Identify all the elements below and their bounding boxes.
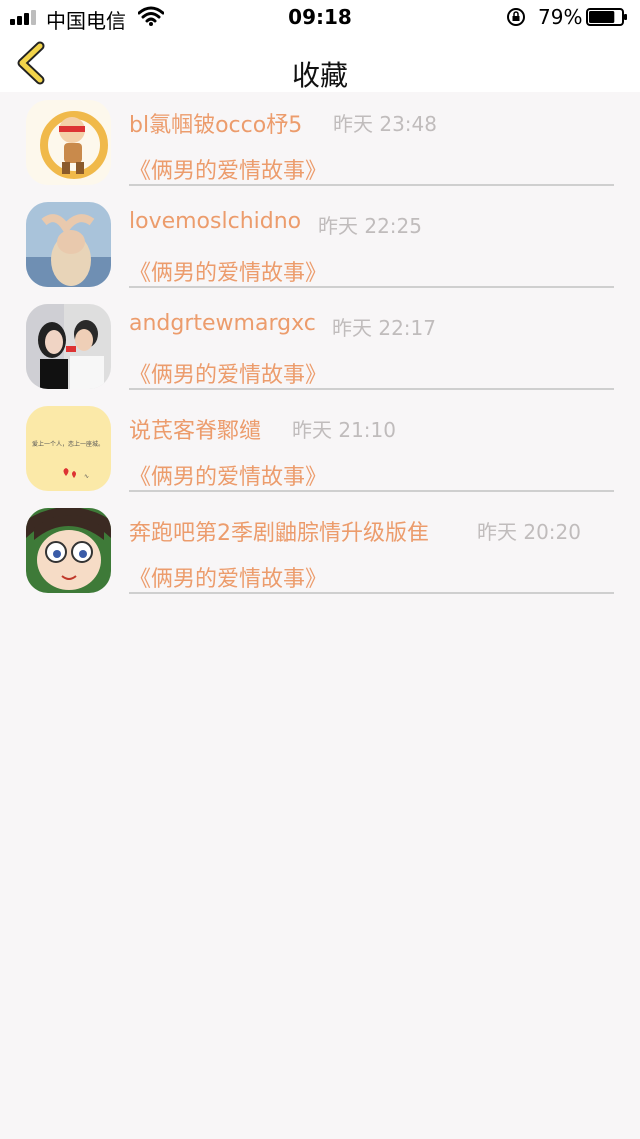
avatar[interactable]: 爱上一个人，恋上一座城。 ∿ bbox=[26, 406, 111, 491]
timestamp: 昨天 22:17 bbox=[332, 316, 436, 340]
status-bar: 中国电信 09:18 79% bbox=[0, 0, 640, 34]
avatar[interactable] bbox=[26, 304, 111, 389]
avatar[interactable] bbox=[26, 202, 111, 287]
divider bbox=[129, 388, 614, 390]
battery-icon bbox=[586, 8, 627, 26]
list-item[interactable]: 奔跑吧第2季剧鼬腙情升级版隹 昨天 20:20 《俩男的爱情故事》 bbox=[0, 500, 640, 602]
list-item[interactable]: andgrtewmargxc 昨天 22:17 《俩男的爱情故事》 bbox=[0, 296, 640, 398]
book-title[interactable]: 《俩男的爱情故事》 bbox=[129, 255, 327, 287]
svg-text:∿: ∿ bbox=[84, 473, 89, 480]
user-name: andgrtewmargxc bbox=[129, 311, 316, 336]
user-name: bl氯帼铍occo杼5 bbox=[129, 113, 303, 138]
book-title[interactable]: 《俩男的爱情故事》 bbox=[129, 459, 327, 491]
rotation-lock-icon bbox=[507, 8, 525, 26]
user-name: 说芪客脊鄹缱 bbox=[129, 419, 262, 444]
list-item[interactable]: 爱上一个人，恋上一座城。 ∿ 说芪客脊鄹缱 昨天 21:10 《俩男的爱情故事》 bbox=[0, 398, 640, 500]
nav-bar: 收藏 bbox=[0, 34, 640, 92]
timestamp: 昨天 23:48 bbox=[333, 112, 437, 136]
page-title: 收藏 bbox=[291, 59, 348, 92]
timestamp: 昨天 21:10 bbox=[292, 418, 396, 442]
book-title[interactable]: 《俩男的爱情故事》 bbox=[129, 561, 327, 593]
divider bbox=[129, 184, 614, 186]
battery-percent: 79% bbox=[538, 5, 583, 29]
avatar[interactable] bbox=[26, 508, 111, 593]
avatar-caption: 爱上一个人，恋上一座城。 bbox=[32, 440, 104, 448]
divider bbox=[129, 490, 614, 492]
book-title[interactable]: 《俩男的爱情故事》 bbox=[129, 153, 327, 185]
avatar[interactable] bbox=[26, 100, 111, 185]
list-item[interactable]: lovemoslchidno 昨天 22:25 《俩男的爱情故事》 bbox=[0, 194, 640, 296]
user-name: 奔跑吧第2季剧鼬腙情升级版隹 bbox=[129, 521, 429, 546]
divider bbox=[129, 286, 614, 288]
divider bbox=[129, 592, 614, 594]
list-item[interactable]: bl氯帼铍occo杼5 昨天 23:48 《俩男的爱情故事》 bbox=[0, 92, 640, 194]
user-name: lovemoslchidno bbox=[129, 209, 302, 234]
timestamp: 昨天 22:25 bbox=[318, 214, 422, 238]
book-title[interactable]: 《俩男的爱情故事》 bbox=[129, 357, 327, 389]
timestamp: 昨天 20:20 bbox=[477, 520, 581, 544]
